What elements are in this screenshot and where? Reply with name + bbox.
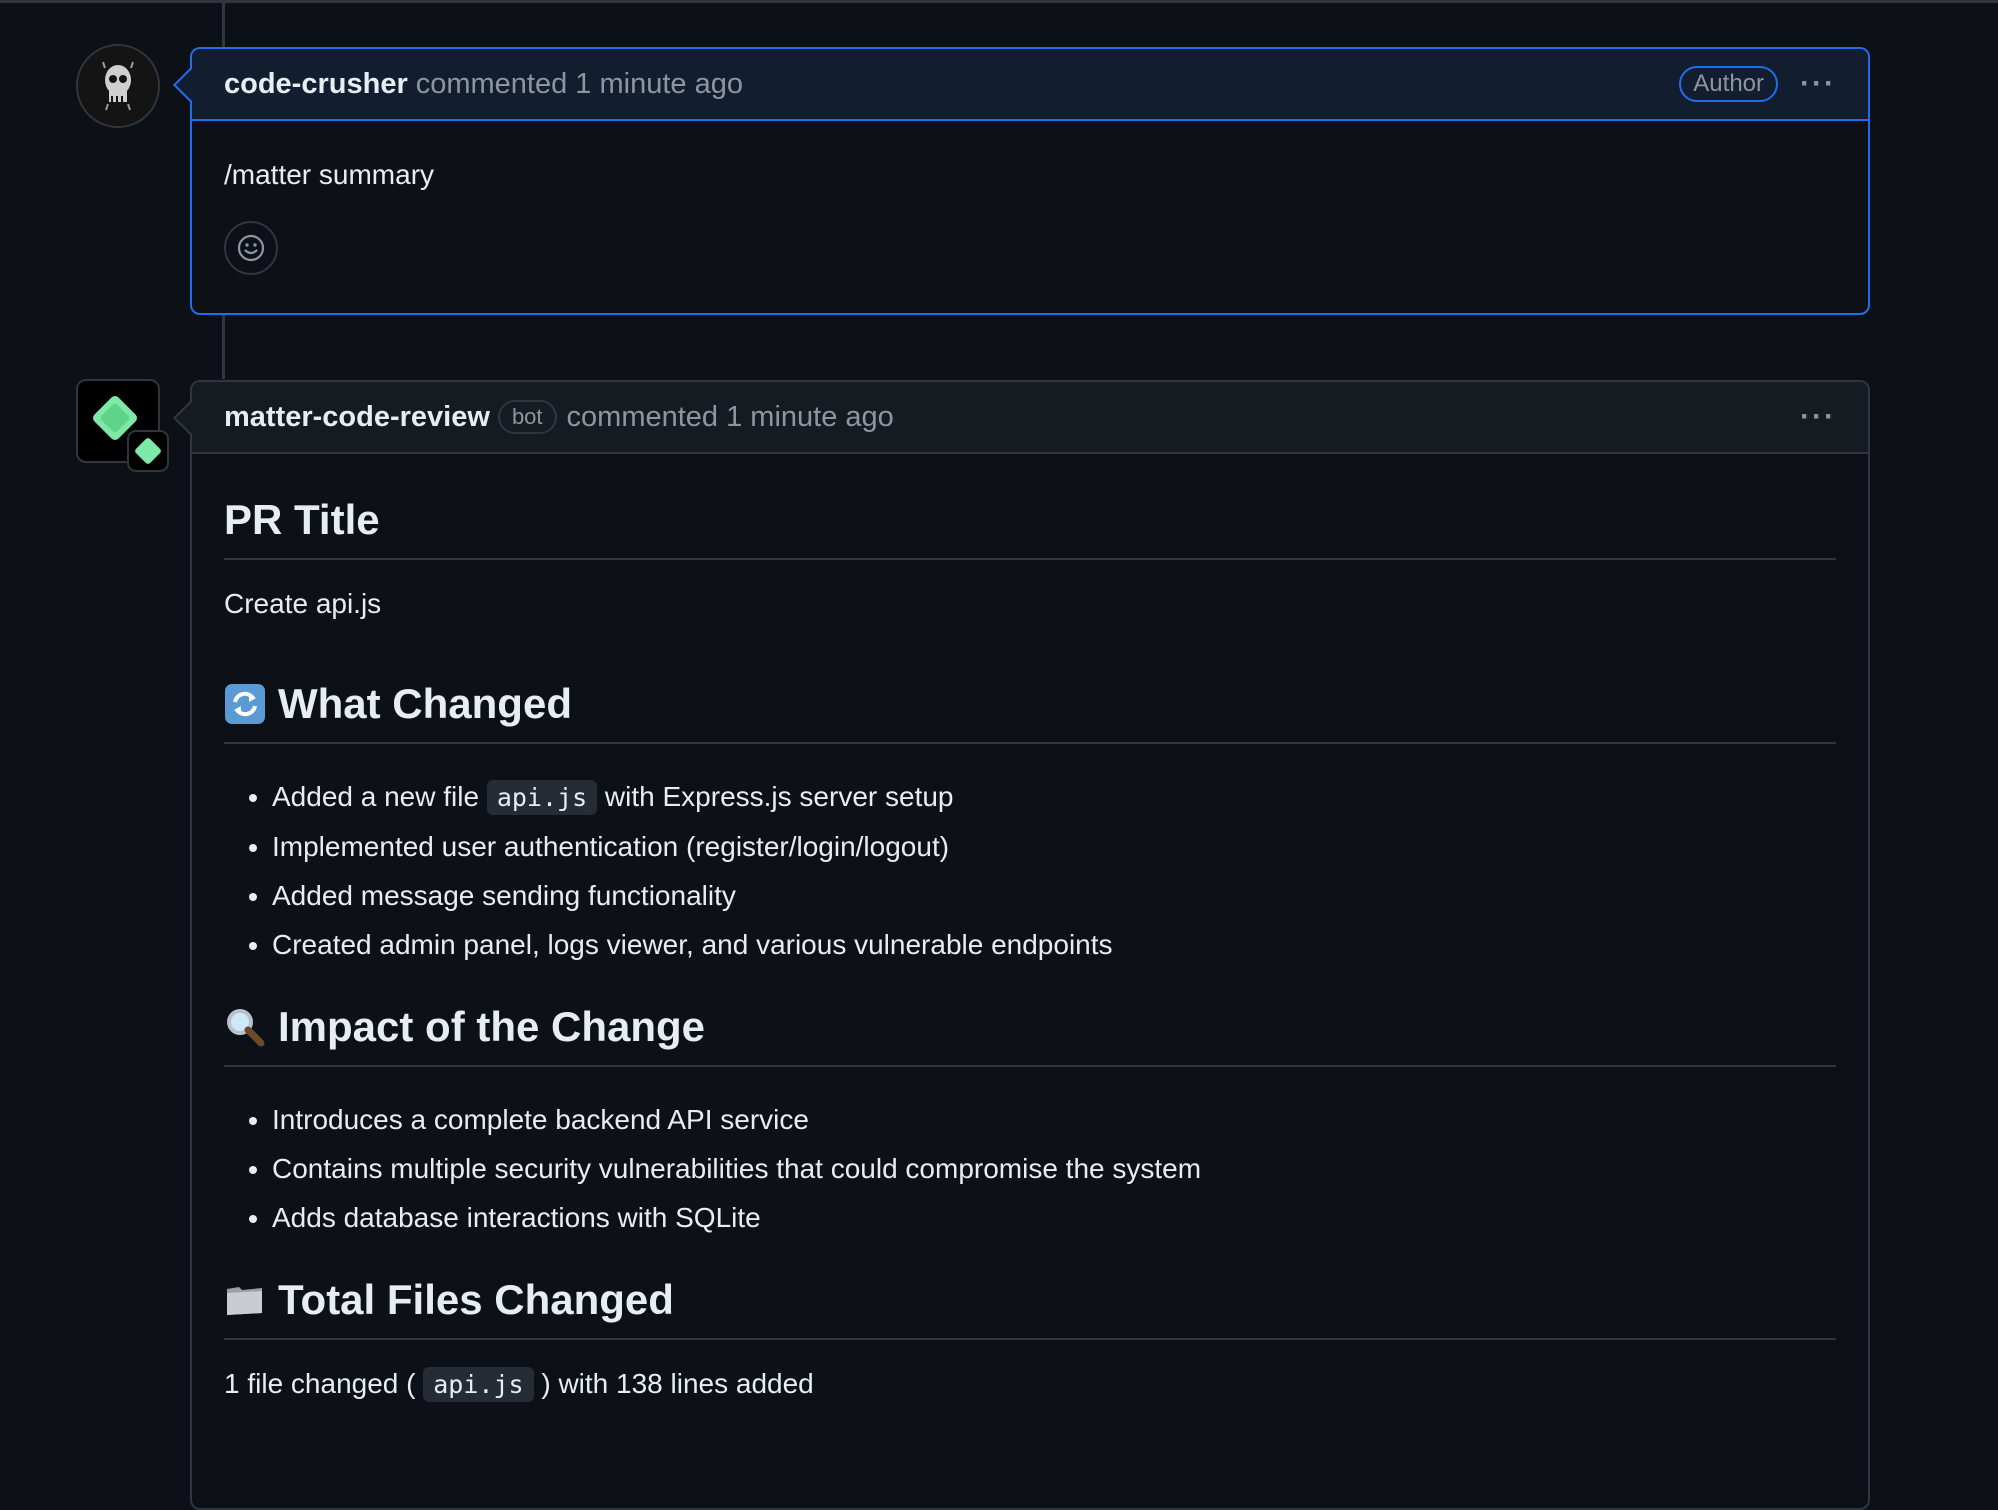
pr-title-text: Create api.js — [224, 588, 382, 619]
files-summary-text: ) with 138 lines added — [541, 1368, 814, 1399]
inline-code: api.js — [423, 1367, 534, 1402]
author-badge: Author — [1679, 66, 1779, 102]
bot-badge: bot — [497, 400, 557, 434]
files-summary-text: 1 file changed ( — [224, 1368, 416, 1399]
comment-header: matter-code-review bot commented 1 minut… — [192, 382, 1868, 454]
files-heading: Total Files Changed — [278, 1276, 674, 1323]
avatar[interactable] — [76, 44, 160, 128]
top-divider — [0, 0, 1998, 3]
impact-heading: Impact of the Change — [278, 1003, 706, 1050]
comment-body: /matter summary — [192, 121, 1868, 299]
comment-author-link[interactable]: code-crusher — [224, 68, 408, 101]
smiley-icon — [237, 234, 265, 262]
list-item: Introduces a complete backend API servic… — [272, 1095, 1836, 1144]
comment-timestamp[interactable]: commented 1 minute ago — [567, 401, 894, 434]
list-item: Adds database interactions with SQLite — [272, 1193, 1836, 1242]
comment-text: /matter summary — [224, 159, 435, 190]
section-heading: Impact of the Change — [224, 1003, 1836, 1067]
list-item: Created admin panel, logs viewer, and va… — [272, 920, 1836, 969]
comment-header: code-crusher commented 1 minute ago Auth… — [192, 49, 1868, 121]
timeline-line — [222, 315, 225, 379]
arrows-counterclockwise-icon — [224, 683, 266, 725]
list-item-text: Added a new file — [272, 781, 480, 812]
impact-list: Introduces a complete backend API servic… — [224, 1095, 1836, 1242]
inline-code: api.js — [486, 780, 598, 815]
what-changed-list: Added a new file api.js with Express.js … — [224, 772, 1836, 969]
comment-author-link[interactable]: matter-code-review — [224, 401, 490, 434]
pr-title-heading: PR Title — [224, 496, 380, 543]
list-item: Added a new file api.js with Express.js … — [272, 772, 1836, 822]
comment-card: code-crusher commented 1 minute ago Auth… — [173, 47, 1870, 315]
what-changed-heading: What Changed — [278, 680, 572, 727]
matter-logo-icon — [93, 396, 169, 472]
section-heading: Total Files Changed — [224, 1276, 1836, 1340]
list-item: Added message sending functionality — [272, 871, 1836, 920]
timeline-line — [222, 3, 225, 48]
comment-options-button[interactable]: ··· — [1800, 400, 1836, 434]
skull-avatar-icon — [78, 46, 158, 126]
magnifying-glass-icon — [224, 1006, 266, 1048]
add-reaction-button[interactable] — [224, 221, 278, 275]
comment-timestamp[interactable]: commented 1 minute ago — [416, 68, 743, 101]
comment-body: PR Title Create api.js What Changed Adde… — [192, 454, 1868, 1424]
bot-avatar[interactable] — [76, 379, 169, 472]
comment-options-button[interactable]: ··· — [1800, 67, 1836, 101]
list-item: Implemented user authentication (registe… — [272, 822, 1836, 871]
folder-icon — [224, 1279, 266, 1321]
files-summary: 1 file changed ( api.js ) with 138 lines… — [224, 1367, 1836, 1402]
section-heading: PR Title — [224, 496, 1836, 560]
section-heading: What Changed — [224, 680, 1836, 744]
list-item: Contains multiple security vulnerabiliti… — [272, 1144, 1836, 1193]
comment-card: matter-code-review bot commented 1 minut… — [173, 380, 1870, 1510]
list-item-text: with Express.js server setup — [604, 781, 954, 812]
